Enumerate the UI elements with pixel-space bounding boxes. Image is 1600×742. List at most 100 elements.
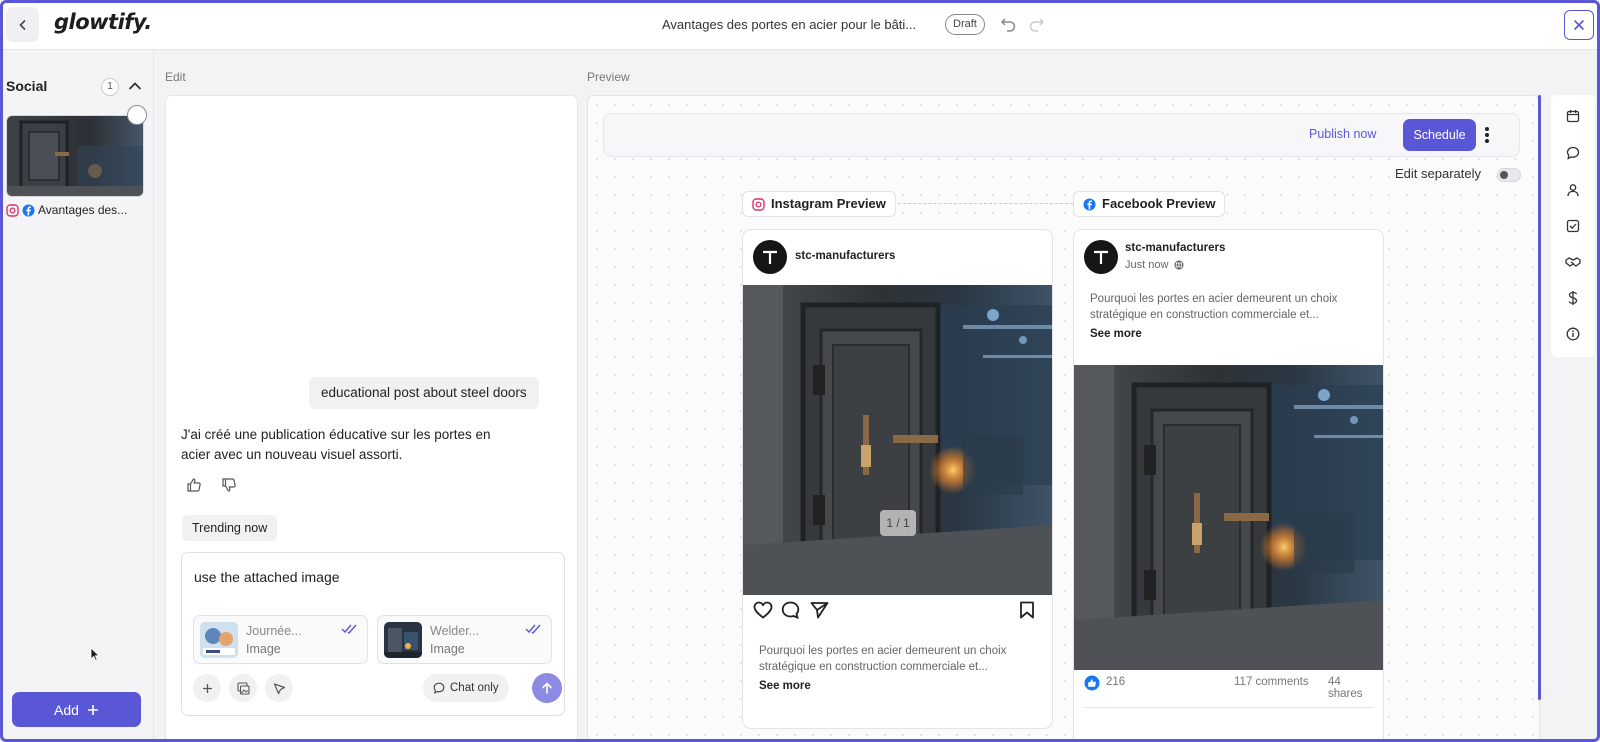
- chat-only-label: Chat only: [450, 682, 499, 694]
- send-button[interactable]: [532, 673, 562, 703]
- comment-icon[interactable]: [781, 601, 800, 619]
- comment-count[interactable]: 117 comments: [1234, 676, 1309, 688]
- chat-icon[interactable]: [1565, 145, 1581, 161]
- suggestion-chip[interactable]: Trending now: [182, 515, 278, 541]
- chevron-up-icon[interactable]: [128, 79, 142, 93]
- avatar: [1084, 240, 1118, 274]
- like-reaction-icon: [1084, 675, 1100, 691]
- steel-door-image: [1074, 365, 1383, 670]
- document-title[interactable]: Avantages des portes en acier pour le bâ…: [662, 17, 916, 32]
- see-more-link[interactable]: See more: [1090, 328, 1142, 340]
- steel-door-image: [7, 116, 143, 196]
- chat-only-toggle[interactable]: Chat only: [423, 674, 509, 702]
- thumbs-down-icon[interactable]: [221, 477, 237, 493]
- back-button[interactable]: [6, 7, 39, 42]
- divider: [1084, 707, 1374, 708]
- media-library-button[interactable]: [229, 674, 257, 702]
- edit-panel: educational post about steel doors J'ai …: [165, 95, 578, 742]
- top-bar: glowtify. Avantages des portes en acier …: [0, 0, 1600, 50]
- post-caption[interactable]: Avantages des...: [6, 203, 127, 217]
- facebook-post-card: stc-manufacturers Just now Pourquoi les …: [1073, 229, 1384, 741]
- info-icon[interactable]: [1565, 326, 1581, 342]
- add-attachment-button[interactable]: [193, 674, 221, 702]
- publish-toolbar: Publish now Schedule: [603, 113, 1520, 157]
- timestamp-text: Just now: [1125, 259, 1169, 271]
- tag-icon: [273, 682, 285, 694]
- toggle-knob: [1500, 171, 1508, 179]
- section-count-badge: 1: [101, 78, 119, 96]
- chevron-left-icon: [18, 19, 25, 30]
- see-more-link[interactable]: See more: [759, 680, 811, 692]
- close-icon: [1574, 20, 1584, 30]
- schedule-button[interactable]: Schedule: [1403, 119, 1476, 151]
- post-caption: Pourquoi les portes en acier demeurent u…: [1090, 293, 1338, 321]
- account-name[interactable]: stc-manufacturers: [795, 250, 895, 262]
- post-image: [1074, 365, 1383, 670]
- arrow-up-icon: [542, 682, 552, 694]
- thumbs-up-icon[interactable]: [186, 477, 202, 493]
- carousel-pager: 1 / 1: [880, 510, 916, 536]
- chat-composer[interactable]: use the attached image Journée... Image …: [181, 552, 565, 716]
- select-checkbox[interactable]: [127, 105, 147, 125]
- attachment-card[interactable]: Welder... Image: [377, 615, 552, 664]
- attachment-type: Image: [430, 642, 465, 656]
- post-thumbnail[interactable]: [6, 115, 144, 197]
- post-image: [743, 285, 1052, 595]
- edit-panel-label: Edit: [165, 70, 186, 84]
- app-logo[interactable]: glowtify.: [54, 10, 152, 34]
- dollar-icon[interactable]: [1565, 290, 1581, 306]
- add-button[interactable]: Add: [12, 692, 141, 727]
- brand-logo-icon: [1094, 250, 1108, 264]
- composer-input[interactable]: use the attached image: [194, 569, 340, 585]
- gallery-icon: [236, 681, 250, 695]
- plus-icon: [87, 704, 98, 715]
- instagram-preview-tab[interactable]: Instagram Preview: [742, 191, 896, 217]
- checklist-icon[interactable]: [1565, 218, 1581, 234]
- redo-icon[interactable]: [1027, 15, 1045, 33]
- tag-button[interactable]: [265, 674, 293, 702]
- sidebar: Social 1 Avantages des... Add: [0, 50, 154, 742]
- attachment-name: Welder...: [430, 624, 480, 638]
- more-vertical-icon[interactable]: [1484, 124, 1490, 146]
- assistant-message: J'ai créé une publication éducative sur …: [181, 427, 491, 462]
- instagram-post-card: stc-manufacturers 1 / 1 Pourquoi les por…: [742, 229, 1053, 729]
- facebook-preview-tab[interactable]: Facebook Preview: [1073, 191, 1226, 217]
- add-label: Add: [54, 701, 79, 718]
- account-name[interactable]: stc-manufacturers: [1125, 242, 1225, 254]
- reaction-count[interactable]: 216: [1106, 676, 1125, 688]
- attachment-card[interactable]: Journée... Image: [193, 615, 368, 664]
- edit-separately-label: Edit separately: [1395, 166, 1481, 181]
- attachment-thumbnail: [200, 622, 238, 658]
- close-button[interactable]: [1564, 10, 1594, 40]
- brand-logo-icon: [763, 250, 777, 264]
- status-badge: Draft: [945, 14, 985, 35]
- post-caption: Pourquoi les portes en acier demeurent u…: [759, 645, 1007, 673]
- double-check-icon: [525, 624, 541, 634]
- preview-panel-label: Preview: [587, 70, 630, 84]
- plus-icon: [202, 683, 212, 693]
- section-title: Social: [6, 78, 48, 94]
- user-icon[interactable]: [1565, 182, 1581, 198]
- scrollbar[interactable]: [1538, 95, 1541, 700]
- send-icon[interactable]: [810, 601, 829, 619]
- heart-icon[interactable]: [753, 601, 773, 619]
- steel-door-image: [743, 285, 1052, 595]
- preview-connector: [888, 203, 1078, 204]
- chat-bubble-icon: [433, 682, 445, 694]
- user-message: educational post about steel doors: [309, 377, 539, 409]
- undo-icon[interactable]: [1000, 15, 1018, 33]
- instagram-icon: [6, 203, 19, 217]
- post-title: Avantages des...: [38, 203, 128, 217]
- instagram-icon: [752, 197, 765, 211]
- share-count[interactable]: 44 shares: [1328, 676, 1374, 700]
- edit-separately-toggle[interactable]: [1497, 168, 1521, 182]
- attachment-thumbnail: [384, 622, 422, 658]
- handshake-icon[interactable]: [1565, 254, 1581, 270]
- attachment-name: Journée...: [246, 624, 302, 638]
- globe-icon: [1174, 260, 1184, 270]
- instagram-preview-label: Instagram Preview: [771, 196, 886, 211]
- double-check-icon: [341, 624, 357, 634]
- calendar-icon[interactable]: [1565, 108, 1581, 124]
- publish-now-link[interactable]: Publish now: [1309, 127, 1376, 141]
- bookmark-icon[interactable]: [1019, 601, 1035, 619]
